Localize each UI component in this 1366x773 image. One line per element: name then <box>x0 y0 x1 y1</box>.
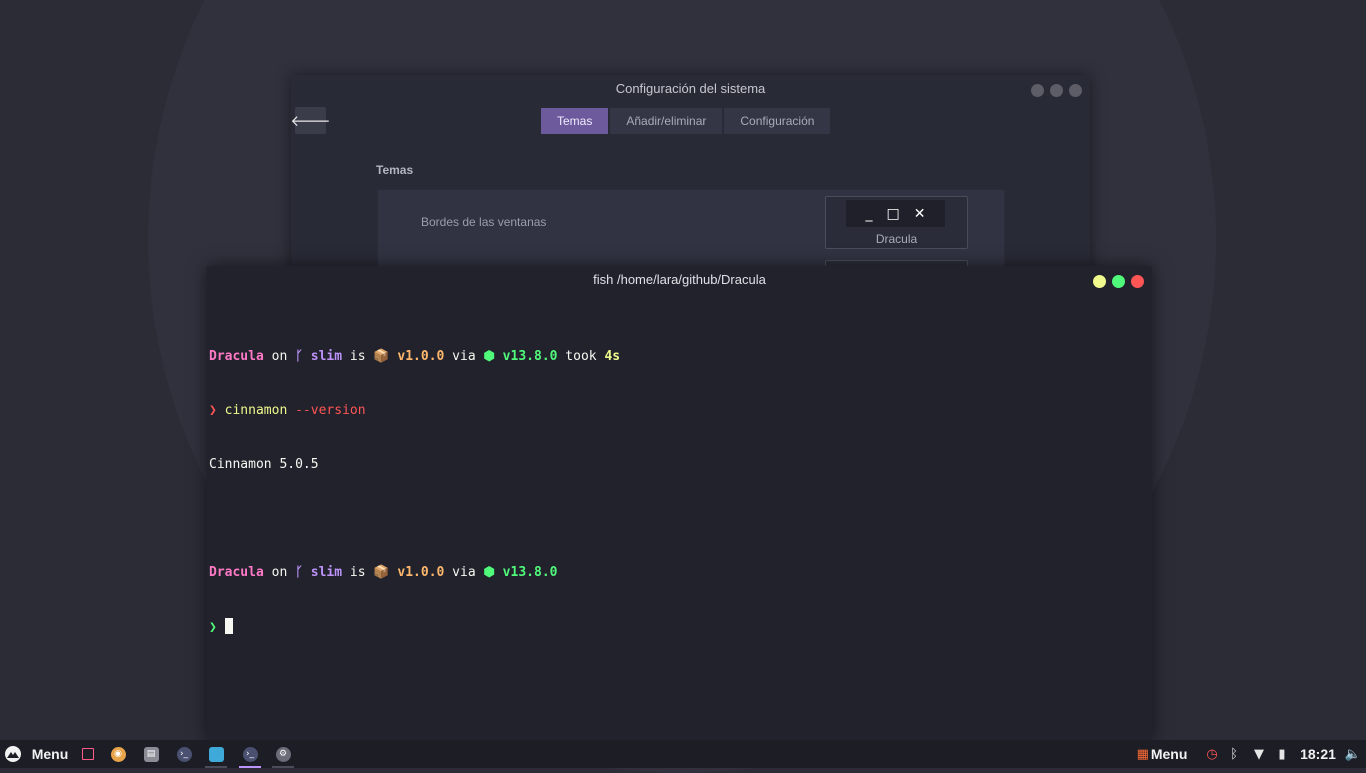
package-version: v1.0.0 <box>389 565 445 580</box>
command-name: cinnamon <box>216 403 288 418</box>
battery-icon: ▮ <box>1278 746 1286 762</box>
prompt-text: on <box>263 349 296 364</box>
folder-icon <box>208 746 224 762</box>
node-icon: ⬢ <box>483 565 495 580</box>
prompt-text: took <box>557 349 605 364</box>
prompt-line: Dracula on ᚴ slim is 📦 v1.0.0 via ⬢ v13.… <box>209 348 1152 366</box>
terminal-window: fish /home/lara/github/Dracula Dracula o… <box>207 266 1152 740</box>
clock-time: 18:21 <box>1300 746 1336 762</box>
node-version: v13.8.0 <box>494 565 558 580</box>
clock-applet[interactable]: 18:21 <box>1296 740 1340 768</box>
minimize-button[interactable] <box>1031 84 1044 97</box>
theme-preview-titlebar: _ □ ✕ <box>846 200 945 227</box>
network-applet[interactable]: ▼ <box>1250 740 1268 768</box>
prompt-dir: Dracula <box>209 565 264 580</box>
launcher-package-manager[interactable]: ▤ <box>140 740 162 768</box>
git-branch: slim <box>302 565 343 580</box>
close-icon: ✕ <box>913 205 926 222</box>
prompt-text: is <box>342 349 374 364</box>
terminal-close-button[interactable] <box>1131 275 1144 288</box>
bluetooth-applet[interactable]: ᛒ <box>1226 740 1242 768</box>
launcher-show-desktop[interactable] <box>77 740 99 768</box>
system-settings-window: Configuración del sistema 🡐 Temas Añadir… <box>290 75 1090 282</box>
node-version: v13.8.0 <box>494 349 558 364</box>
git-branch-icon: ᚴ <box>295 349 303 364</box>
sound-applet[interactable]: 🔈 <box>1344 740 1362 768</box>
redshift-applet[interactable]: ◷ <box>1203 740 1221 768</box>
terminal-icon: ›_ <box>242 746 258 762</box>
prompt-text: via <box>444 565 484 580</box>
menu-button[interactable]: Menu <box>28 740 72 768</box>
battery-applet[interactable]: ▮ <box>1274 740 1290 768</box>
close-button[interactable] <box>1069 84 1082 97</box>
taskbar-terminal-active[interactable]: ›_ <box>239 740 261 768</box>
command-line: ❯ cinnamon --version <box>209 402 1152 420</box>
launcher-firefox[interactable]: ◉ <box>107 740 129 768</box>
package-manager-icon: ▤ <box>143 746 159 762</box>
prompt-text: is <box>342 565 374 580</box>
package-version: v1.0.0 <box>389 349 445 364</box>
grid-icon: ▦ <box>1136 746 1149 762</box>
minimize-icon: _ <box>865 205 873 222</box>
tab-anadir-eliminar[interactable]: Añadir/eliminar <box>610 108 723 134</box>
package-icon: 📦 <box>373 349 390 364</box>
git-branch: slim <box>302 349 343 364</box>
launcher-files[interactable] <box>205 740 227 768</box>
terminal-icon: ›_ <box>176 746 192 762</box>
browser-icon: ◉ <box>110 746 126 762</box>
command-duration: 4s <box>604 349 621 364</box>
bluetooth-icon: ᛒ <box>1230 746 1238 762</box>
window-border-theme-button[interactable]: _ □ ✕ Dracula <box>825 196 968 249</box>
taskbar-settings[interactable]: ⚙ <box>272 740 294 768</box>
prompt-text: on <box>263 565 296 580</box>
prompt-dir: Dracula <box>209 349 264 364</box>
terminal-title: fish /home/lara/github/Dracula <box>593 272 766 287</box>
package-icon: 📦 <box>373 565 390 580</box>
command-output: Cinnamon 5.0.5 <box>209 457 319 472</box>
back-button[interactable]: 🡐 <box>290 107 331 134</box>
window-borders-label: Bordes de las ventanas <box>421 215 547 229</box>
terminal-output[interactable]: Dracula on ᚴ slim is 📦 v1.0.0 via ⬢ v13.… <box>209 312 1152 740</box>
prompt-line: Dracula on ᚴ slim is 📦 v1.0.0 via ⬢ v13.… <box>209 564 1152 582</box>
menu-button-icon[interactable] <box>3 740 23 768</box>
command-args: --version <box>287 403 366 418</box>
git-branch-icon: ᚴ <box>295 565 303 580</box>
active-prompt-line: ❯ <box>209 618 1152 636</box>
section-title: Temas <box>376 163 414 177</box>
clock-alert-icon: ◷ <box>1206 746 1218 762</box>
arrow-left-icon: 🡐 <box>290 112 331 130</box>
taskbar: Menu ◉ ▤ ›_ ›_ ⚙ ▦ Menu ◷ ᛒ ▼ ▮ 18:21 🔈 <box>0 740 1366 768</box>
maximize-button[interactable] <box>1050 84 1063 97</box>
prompt-symbol: ❯ <box>209 620 225 635</box>
theme-name: Dracula <box>875 232 918 246</box>
menu-label: Menu <box>31 746 69 762</box>
terminal-minimize-button[interactable] <box>1093 275 1106 288</box>
prompt-symbol: ❯ <box>209 403 217 418</box>
show-desktop-icon <box>82 748 94 760</box>
terminal-maximize-button[interactable] <box>1112 275 1125 288</box>
app-grid-menu-button[interactable]: ▦ Menu <box>1133 740 1191 768</box>
volume-icon: 🔈 <box>1344 746 1362 762</box>
node-icon: ⬢ <box>483 349 495 364</box>
prompt-text: via <box>444 349 484 364</box>
tab-configuracion[interactable]: Configuración <box>724 108 831 134</box>
maximize-icon: □ <box>886 205 900 222</box>
gear-icon: ⚙ <box>275 746 291 762</box>
tab-temas[interactable]: Temas <box>541 108 609 134</box>
launcher-terminal[interactable]: ›_ <box>173 740 195 768</box>
text-cursor <box>224 618 233 634</box>
wifi-icon: ▼ <box>1254 746 1264 762</box>
right-menu-label: Menu <box>1150 746 1188 762</box>
settings-tabs: Temas Añadir/eliminar Configuración <box>541 108 831 134</box>
settings-window-title: Configuración del sistema <box>615 81 766 96</box>
